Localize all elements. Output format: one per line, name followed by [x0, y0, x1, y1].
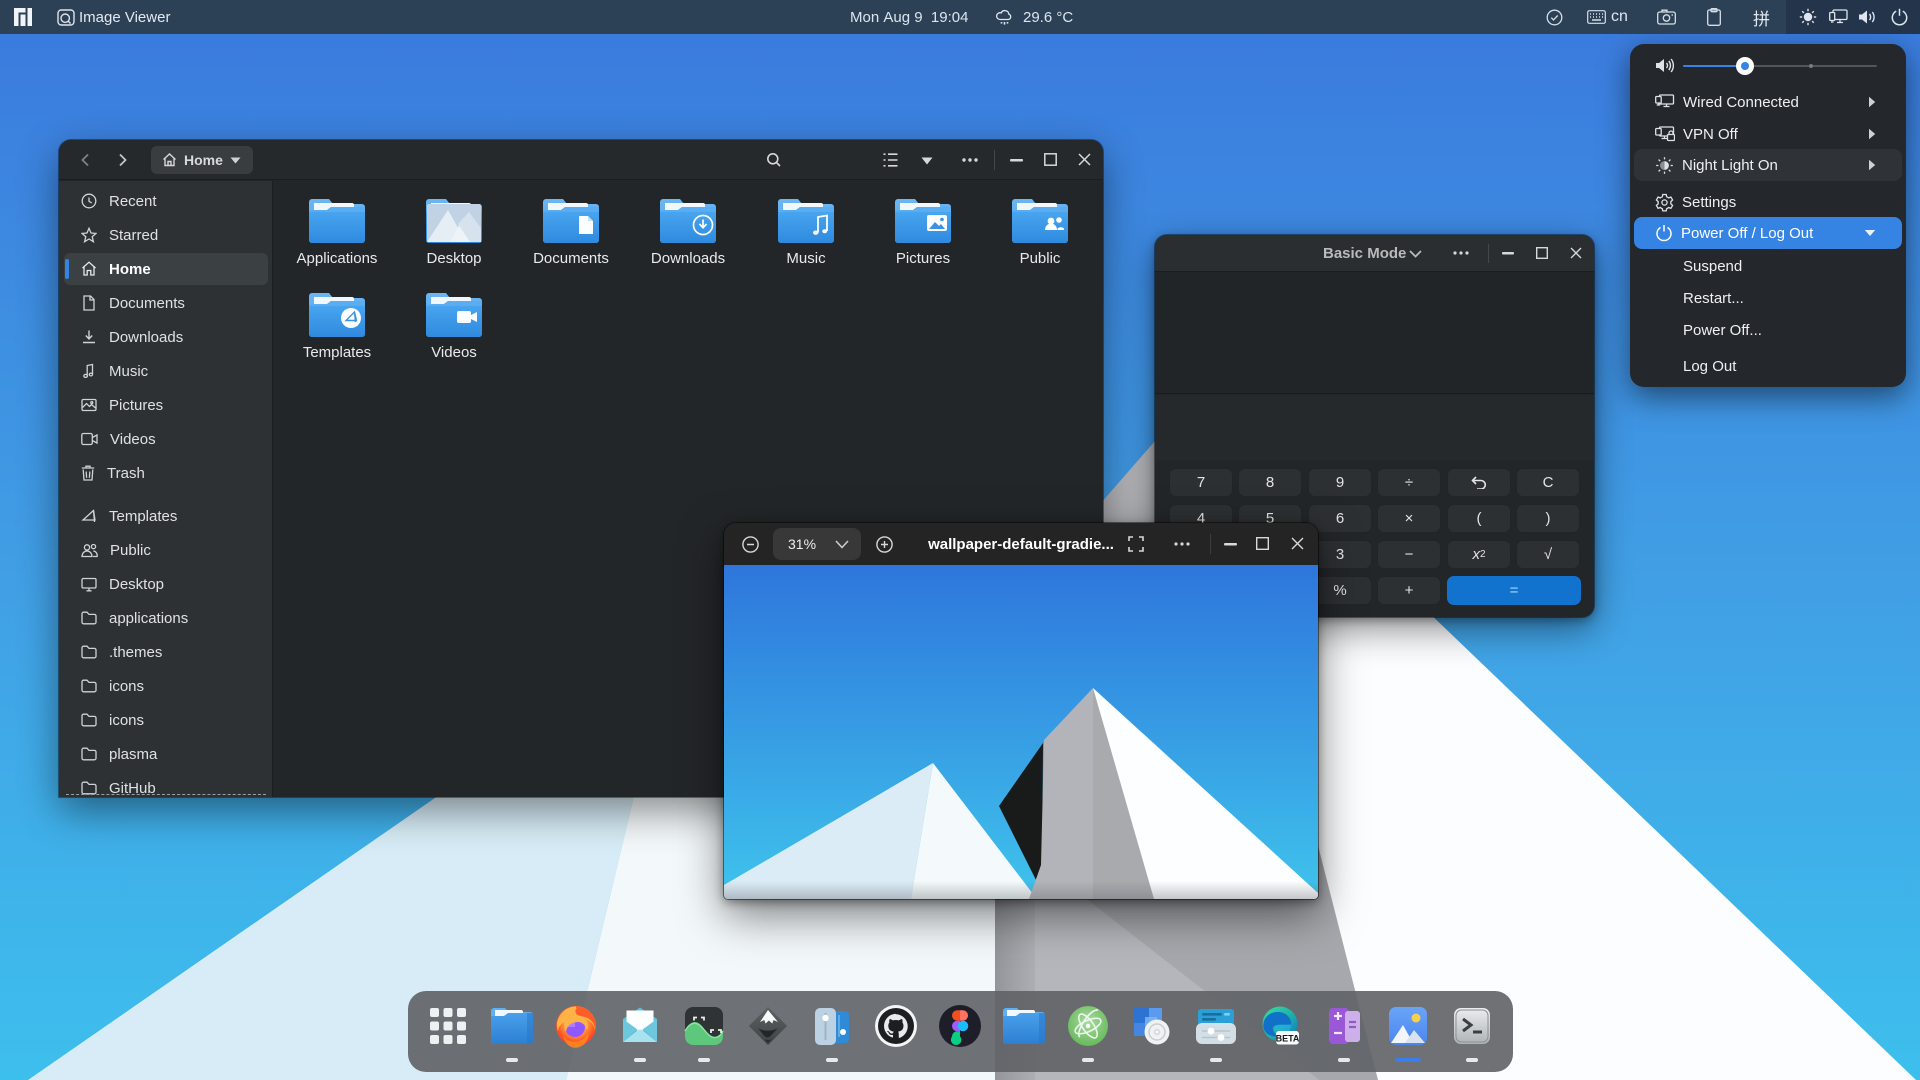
svg-text:BETA: BETA	[1276, 1033, 1300, 1043]
